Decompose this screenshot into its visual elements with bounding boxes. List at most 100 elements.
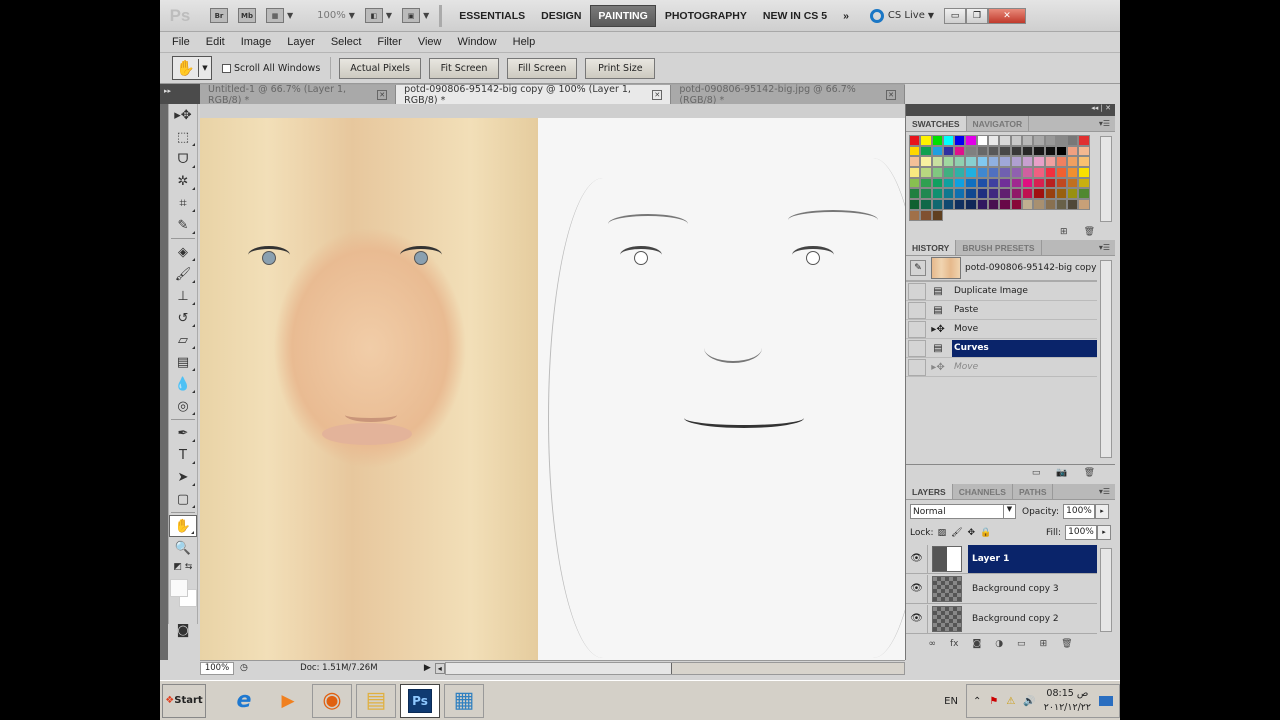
crop-tool[interactable]: ⌗ — [169, 192, 197, 214]
color-swatch[interactable] — [931, 135, 943, 146]
file-explorer-icon[interactable]: ▤ — [356, 683, 396, 718]
history-source-box[interactable] — [908, 282, 926, 300]
color-swatch[interactable] — [988, 177, 1000, 189]
dodge-tool[interactable]: ◎ — [169, 395, 197, 417]
color-swatch[interactable] — [1044, 167, 1056, 178]
zoom-tool[interactable]: 🔍 — [169, 537, 197, 559]
history-source-box[interactable] — [908, 358, 926, 376]
color-swatch[interactable] — [942, 156, 955, 168]
status-info-icon[interactable]: ◷ — [240, 663, 248, 673]
color-swatch[interactable] — [1055, 188, 1068, 200]
actual-pixels-button[interactable]: Actual Pixels — [339, 57, 421, 79]
color-swatch[interactable] — [1033, 145, 1045, 157]
color-swatch[interactable] — [1067, 135, 1079, 146]
new-document-from-state-icon[interactable]: ▭ — [1032, 468, 1041, 478]
color-swatch[interactable] — [988, 156, 1000, 168]
color-swatch[interactable] — [999, 177, 1011, 189]
menu-file[interactable]: File — [172, 36, 190, 48]
launch-minibridge-button[interactable]: Mb — [238, 6, 256, 26]
color-swatch[interactable] — [965, 199, 977, 210]
color-swatch[interactable] — [999, 199, 1011, 210]
opacity-slider-button[interactable]: ▸ — [1095, 504, 1109, 519]
color-swatch[interactable] — [1078, 145, 1090, 157]
healing-brush-tool[interactable]: ◈ — [169, 241, 197, 263]
color-swatch[interactable] — [909, 167, 921, 178]
launch-bridge-button[interactable]: Br — [210, 6, 228, 26]
scrollbar-thumb[interactable] — [670, 662, 904, 674]
visibility-eye-icon[interactable]: 👁 — [906, 544, 928, 573]
color-swatch[interactable] — [1033, 177, 1045, 189]
move-tool[interactable]: ▸✥ — [169, 104, 197, 126]
color-swatch[interactable] — [1010, 156, 1022, 168]
zoom-field[interactable]: 100% — [200, 661, 234, 675]
minimize-button[interactable]: ▭ — [944, 7, 967, 24]
color-swatch[interactable] — [931, 209, 943, 221]
color-swatch[interactable] — [909, 188, 921, 200]
tab-channels[interactable]: CHANNELS — [953, 484, 1013, 499]
lock-pixels-icon[interactable]: 🖌 — [951, 528, 962, 538]
lock-all-icon[interactable]: 🔒 — [980, 528, 991, 538]
color-swatch[interactable] — [976, 145, 989, 157]
color-swatch[interactable] — [999, 156, 1011, 168]
color-swatch[interactable] — [1033, 199, 1045, 210]
color-swatch[interactable] — [920, 199, 932, 210]
color-swatch[interactable] — [988, 167, 1000, 178]
pen-tool[interactable]: ✒ — [169, 422, 197, 444]
color-swatch[interactable] — [965, 188, 977, 200]
swap-colors-icon[interactable]: ⇆ — [185, 562, 193, 572]
color-swatch[interactable] — [965, 167, 977, 178]
restore-button[interactable]: ❐ — [966, 7, 989, 24]
color-swatch[interactable] — [931, 177, 943, 189]
color-swatch[interactable] — [920, 188, 932, 200]
hand-tool[interactable]: ✋ — [169, 515, 197, 537]
color-swatch[interactable] — [909, 199, 921, 210]
menu-edit[interactable]: Edit — [206, 36, 225, 48]
color-swatch[interactable] — [1055, 145, 1068, 157]
fill-field[interactable]: 100% — [1065, 525, 1097, 540]
color-swatch[interactable] — [1067, 188, 1079, 200]
color-swatch[interactable] — [1010, 199, 1022, 210]
shape-tool[interactable]: ▢ — [169, 488, 197, 510]
color-swatch[interactable] — [920, 156, 932, 168]
lasso-tool[interactable]: ᗜ — [169, 148, 197, 170]
close-tab-icon[interactable]: ✕ — [652, 89, 663, 100]
network-warning-icon[interactable]: ⚠ — [1006, 696, 1015, 707]
document-tab[interactable]: Untitled-1 @ 66.7% (Layer 1, RGB/8) * ✕ — [200, 84, 397, 106]
color-swatch[interactable] — [965, 156, 977, 168]
color-swatch[interactable] — [954, 135, 966, 146]
color-swatch[interactable] — [965, 145, 977, 157]
color-swatch[interactable] — [1078, 177, 1090, 189]
color-swatch[interactable] — [942, 177, 955, 189]
scroll-all-windows-checkbox[interactable]: Scroll All Windows — [222, 57, 332, 79]
color-swatch[interactable] — [942, 199, 955, 210]
trash-icon[interactable]: 🗑 — [1084, 468, 1095, 478]
color-swatch[interactable] — [1078, 167, 1090, 178]
start-button[interactable]: ❖ Start — [162, 683, 206, 718]
color-swatch[interactable] — [1044, 188, 1056, 200]
workspace-photography[interactable]: PHOTOGRAPHY — [658, 6, 754, 26]
control-panel-icon[interactable]: ▦ — [444, 683, 484, 718]
link-layers-icon[interactable]: ∞ — [928, 639, 936, 649]
lock-position-icon[interactable]: ✥ — [968, 528, 976, 538]
color-swatch[interactable] — [931, 167, 943, 178]
fill-slider-button[interactable]: ▸ — [1097, 525, 1111, 540]
color-swatch[interactable] — [1055, 135, 1068, 146]
color-swatch[interactable] — [909, 145, 921, 157]
print-size-button[interactable]: Print Size — [585, 57, 656, 79]
horizontal-scrollbar[interactable] — [444, 661, 905, 675]
swatches-scrollbar[interactable] — [1100, 136, 1112, 222]
color-swatch[interactable] — [1067, 167, 1079, 178]
layer-row[interactable]: 👁 Background copy 3 — [906, 574, 1097, 604]
color-swatch[interactable] — [1067, 145, 1079, 157]
more-workspaces-button[interactable]: » — [836, 6, 856, 26]
color-swatch[interactable] — [1010, 145, 1022, 157]
tool-preset-picker[interactable]: ✋ ▼ — [172, 56, 212, 80]
history-item[interactable]: ▤ Paste — [906, 301, 1097, 320]
color-swatch[interactable] — [920, 177, 932, 189]
color-swatch[interactable] — [988, 135, 1000, 146]
collapse-icon[interactable]: ◂◂ — [1091, 104, 1098, 112]
screen-mode-button[interactable]: ▣ ▼ — [402, 6, 429, 26]
history-source-box[interactable] — [908, 339, 926, 357]
volume-icon[interactable]: 🔊 — [1023, 696, 1035, 707]
tab-layers[interactable]: LAYERS — [906, 484, 953, 499]
